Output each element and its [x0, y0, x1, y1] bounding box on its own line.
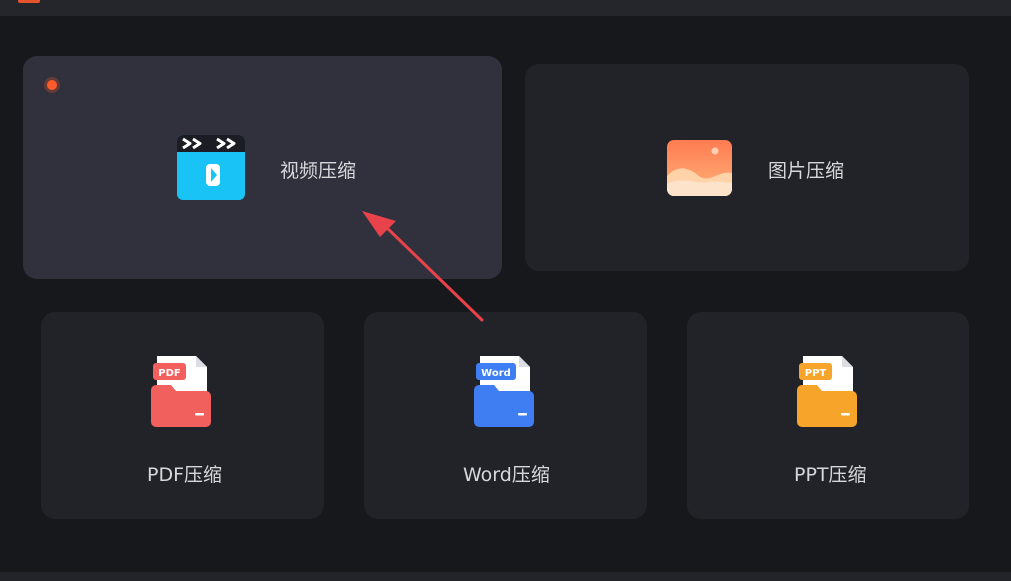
title-bar: [0, 0, 1011, 16]
image-compress-card[interactable]: 图片压缩: [525, 64, 969, 271]
image-landscape-icon: [667, 140, 732, 196]
video-compress-card[interactable]: 视频压缩: [23, 56, 502, 279]
ppt-compress-card[interactable]: PPT PPT压缩: [687, 312, 969, 519]
pdf-compress-label: PDF压缩: [147, 464, 223, 486]
ppt-tag-text: PPT: [805, 368, 827, 379]
pdf-tag-text: PDF: [158, 368, 180, 379]
bottom-bar: [0, 572, 1011, 581]
ppt-folder-icon: PPT: [797, 356, 857, 427]
notification-dot-icon: [47, 80, 57, 90]
ppt-compress-label: PPT压缩: [794, 464, 867, 486]
word-folder-icon: Word: [474, 356, 534, 427]
pdf-compress-card[interactable]: PDF PDF压缩: [41, 312, 324, 519]
word-tag-text: Word: [481, 368, 511, 379]
word-compress-label: Word压缩: [463, 464, 550, 486]
image-compress-label: 图片压缩: [768, 160, 845, 182]
video-clapper-icon: [177, 135, 245, 200]
app-logo-icon: [18, 0, 40, 3]
pdf-folder-icon: PDF: [151, 356, 211, 427]
word-compress-card[interactable]: Word Word压缩: [364, 312, 647, 519]
video-compress-label: 视频压缩: [280, 160, 357, 182]
